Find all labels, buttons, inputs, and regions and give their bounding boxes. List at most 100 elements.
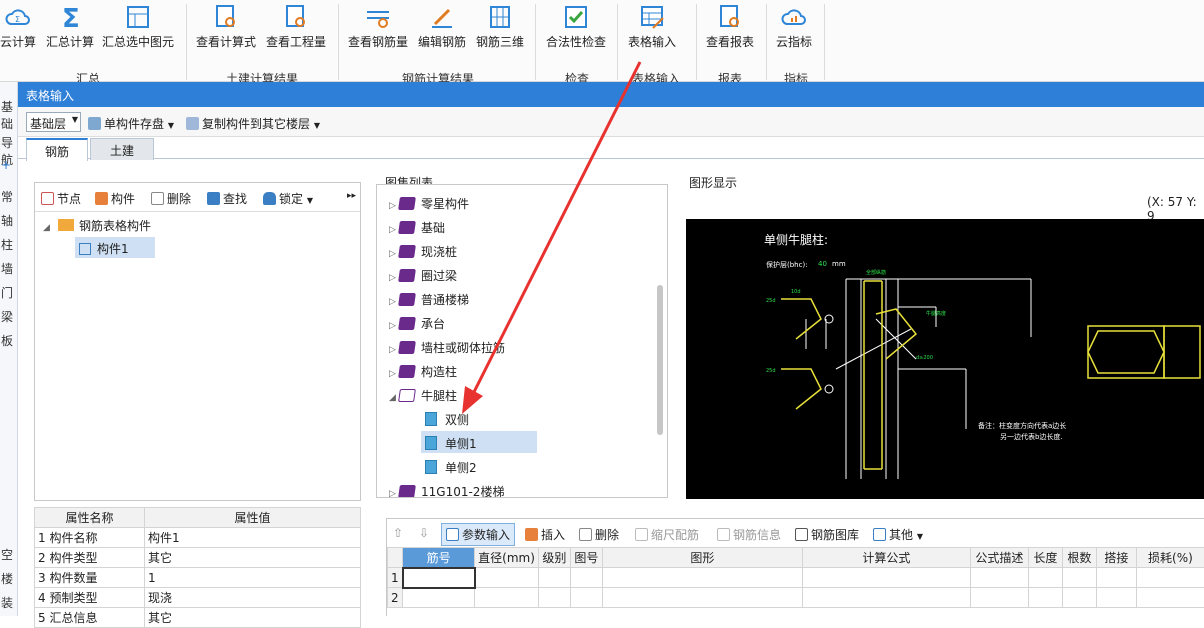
col-header[interactable]: 搭接 (1096, 548, 1136, 568)
summary-selected-button[interactable]: 汇总选中图元 (100, 0, 176, 56)
table-row[interactable]: 2 构件类型其它 (35, 548, 361, 568)
view-quantity-button[interactable]: 查看工程量 (264, 0, 328, 56)
atlas-item[interactable]: ▷11G101-2楼梯 (389, 483, 504, 498)
atlas-subitem[interactable]: 双侧 (425, 411, 469, 428)
cloud-index-button[interactable]: 云指标 (772, 0, 816, 56)
legality-check-button[interactable]: 合法性检查 (543, 0, 609, 56)
edit-rebar-button[interactable]: 编辑钢筋 (416, 0, 468, 56)
col-header[interactable]: 级别 (538, 548, 570, 568)
book-icon (398, 365, 416, 378)
col-header[interactable]: 筋号 (403, 548, 475, 568)
other-button[interactable]: 其他 ▼ (873, 526, 923, 543)
formula-doc-icon (213, 4, 239, 30)
move-down-button[interactable]: ⇩ (419, 526, 429, 540)
view-rebar-button[interactable]: 查看钢筋量 (346, 0, 410, 56)
atlas-item[interactable]: ▷承台 (389, 315, 445, 332)
col-header[interactable]: 图形 (602, 548, 802, 568)
rebar-3d-button[interactable]: 钢筋三维 (474, 0, 526, 56)
view-report-button[interactable]: 查看报表 (702, 0, 758, 56)
tree-root[interactable]: ◢钢筋表格构件 (43, 217, 151, 234)
nav-item[interactable]: 墙 (1, 260, 13, 277)
atlas-item-corbel-column[interactable]: ◢牛腿柱 (389, 387, 457, 404)
property-value[interactable]: 构件1 (145, 528, 361, 548)
table-row[interactable]: 1 (388, 568, 1204, 588)
table-input-icon (639, 4, 665, 30)
col-header[interactable]: 直径(mm) (475, 548, 539, 568)
svg-text:Σ: Σ (15, 15, 20, 24)
table-row[interactable]: 3 构件数量1 (35, 568, 361, 588)
atlas-item[interactable]: ▷ 墙柱或砌体拉筋 (389, 339, 505, 356)
rebar-library-button[interactable]: 钢筋图库 (795, 526, 859, 543)
scale-rebar-button[interactable]: 缩尺配筋 (635, 526, 699, 543)
lock-button[interactable]: 锁定 ▼ (263, 190, 313, 207)
atlas-subitem-selected[interactable]: 单侧1 (421, 431, 537, 453)
copy-to-floor-button[interactable]: 复制构件到其它楼层 ▼ (186, 115, 320, 132)
strip-label[interactable]: 基础 (1, 98, 17, 132)
atlas-item[interactable]: ▷现浇桩 (389, 243, 457, 260)
tree-item-component1[interactable]: 构件1 (75, 237, 155, 258)
floor-select[interactable]: 基础层▼ (26, 112, 81, 132)
summary-calc-button[interactable]: Σ 汇总计算 (42, 0, 98, 56)
add-icon[interactable]: + (1, 158, 11, 172)
nav-item[interactable]: 楼 (1, 570, 13, 587)
rebar-info-button[interactable]: 钢筋信息 (717, 526, 781, 543)
property-value[interactable]: 现浇 (145, 588, 361, 608)
table-row[interactable]: 1 构件名称构件1 (35, 528, 361, 548)
delete-button[interactable]: 删除 (151, 190, 191, 207)
nav-item[interactable]: 装 (1, 594, 13, 611)
label: 墙柱或砌体拉筋 (421, 341, 505, 355)
expand-arrow-icon: ▷ (389, 345, 399, 355)
nav-item[interactable]: 柱 (1, 236, 13, 253)
atlas-item[interactable]: ▷基础 (389, 219, 445, 236)
scrollbar[interactable] (657, 285, 663, 435)
save-component-button[interactable]: 单构件存盘 ▼ (88, 115, 174, 132)
tab-rebar[interactable]: 钢筋 (26, 138, 88, 161)
cloud-calc-button[interactable]: Σ 云计算 (0, 0, 36, 56)
table-row[interactable]: 2 (388, 588, 1204, 608)
table-row[interactable]: 4 预制类型现浇 (35, 588, 361, 608)
atlas-subitem[interactable]: 单侧2 (425, 459, 477, 476)
figure-canvas[interactable]: 单侧牛腿柱: 保护层(bhc): 40 mm 备注：柱变度方向代表a边长 另一边… (686, 219, 1204, 499)
group-divider (617, 4, 618, 80)
atlas-item[interactable]: ▷零星构件 (389, 195, 469, 212)
col-header[interactable]: 损耗(%) (1136, 548, 1204, 568)
nav-item[interactable]: 门 (1, 284, 13, 301)
other-icon (873, 528, 886, 541)
overflow-button[interactable]: ▸▸ (347, 191, 356, 201)
col-header[interactable]: 根数 (1062, 548, 1096, 568)
col-header[interactable]: 图号 (570, 548, 602, 568)
atlas-item[interactable]: ▷圈过梁 (389, 267, 457, 284)
node-button[interactable]: 节点 (41, 190, 81, 207)
table-row[interactable]: 5 汇总信息其它 (35, 608, 361, 628)
find-button[interactable]: 查找 (207, 190, 247, 207)
view-formula-button[interactable]: 查看计算式 (194, 0, 258, 56)
component-button[interactable]: 构件 (95, 190, 135, 207)
info-icon (717, 528, 730, 541)
label: 云计算 (0, 35, 36, 49)
param-input-button[interactable]: 参数输入 (441, 523, 515, 546)
nav-item[interactable]: 板 (1, 332, 13, 349)
col-header[interactable]: 公式描述 (970, 548, 1028, 568)
delete-row-button[interactable]: 删除 (579, 526, 619, 543)
nav-item[interactable]: 轴 (1, 212, 13, 229)
col-header[interactable]: 长度 (1028, 548, 1062, 568)
label: 参数输入 (462, 528, 510, 542)
nav-item[interactable]: 常 (1, 188, 13, 205)
nav-item[interactable]: 空 (1, 546, 13, 563)
label: 钢筋图库 (811, 528, 859, 542)
table-input-button[interactable]: 表格输入 (624, 0, 680, 56)
property-value[interactable]: 其它 (145, 608, 361, 628)
book-icon (398, 269, 416, 282)
move-up-button[interactable]: ⇧ (393, 526, 403, 540)
atlas-item[interactable]: ▷普通楼梯 (389, 291, 469, 308)
insert-button[interactable]: 插入 (525, 526, 565, 543)
property-value[interactable]: 1 (145, 568, 361, 588)
atlas-item[interactable]: ▷构造柱 (389, 363, 457, 380)
label: 编辑钢筋 (418, 35, 466, 49)
cell[interactable] (403, 568, 475, 588)
property-value[interactable]: 其它 (145, 548, 361, 568)
tab-civil[interactable]: 土建 (90, 138, 154, 160)
col-header[interactable]: 计算公式 (802, 548, 970, 568)
nav-item[interactable]: 梁 (1, 308, 13, 325)
param-icon (446, 528, 459, 541)
